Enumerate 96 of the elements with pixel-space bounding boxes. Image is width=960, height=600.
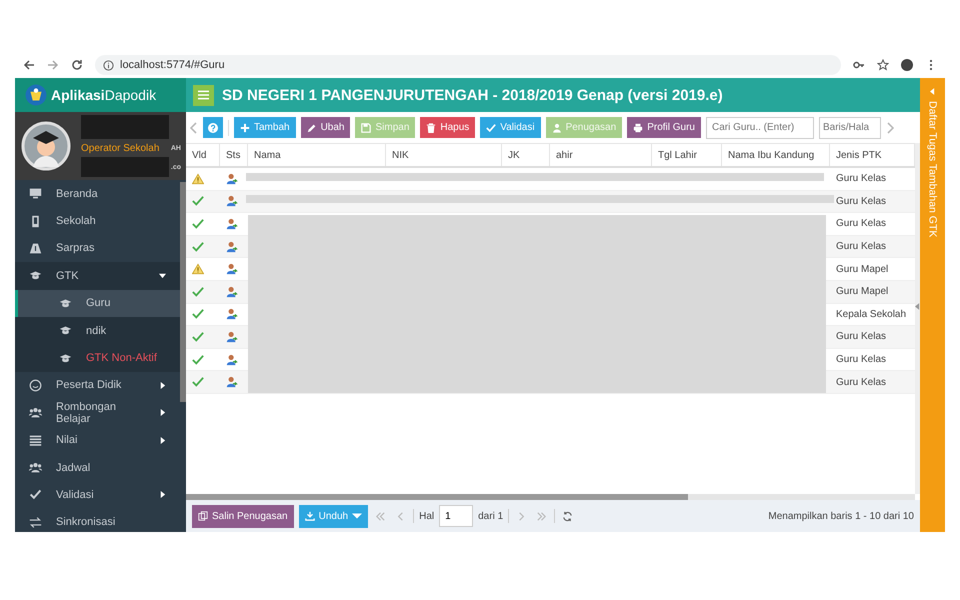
scrollbar-thumb[interactable] [186,494,688,500]
trash-icon [426,122,436,132]
menu-toggle-button[interactable] [193,84,214,106]
cap-icon [59,352,72,365]
page-field[interactable]: 1 [439,505,474,527]
star-icon[interactable] [877,59,889,71]
page-count: dari 1 [478,510,504,522]
road-icon [29,242,42,255]
sidebar-item[interactable]: Validasi [15,481,180,509]
table-cell-text: Guru Mapel [835,262,890,277]
column-header[interactable]: Tgl Lahir [652,144,722,166]
sidebar-item[interactable]: Beranda [15,180,180,208]
logo-icon [25,84,47,106]
table-cell-text: Guru Kelas [835,240,888,254]
copy-icon [198,511,208,521]
table-cell-text: Kepala Sekolah [835,308,908,322]
page-label: Hal [419,510,434,522]
rows-per-page-field[interactable]: Baris/Hala [818,116,881,138]
sidebar-item[interactable]: Sekolah [15,207,180,235]
person-icon [226,308,238,320]
caret-icon [352,511,362,521]
scrollbar-thumb[interactable] [180,182,186,402]
column-header[interactable]: ahir [550,144,652,166]
toolbar-button[interactable]: Ubah [300,117,350,138]
avatar-icon[interactable] [901,59,913,71]
person-icon [226,240,238,253]
avatar-icon [21,121,71,171]
menu-icon [198,90,209,100]
table-cell-text: Guru Kelas [835,217,888,232]
table-cell-text: Guru Mapel [835,285,890,300]
key-icon[interactable] [853,59,865,71]
scroll-arrow-icon[interactable] [915,303,920,310]
sidebar-item[interactable]: Sarpras [15,234,180,262]
sidebar-item[interactable]: ndik [15,316,180,344]
column-header[interactable]: Nama [248,144,386,166]
sidebar-item[interactable]: GTK [15,262,180,290]
sidebar-item[interactable]: Guru [15,290,180,317]
monitor-icon [29,187,42,200]
address-bar[interactable]: localhost:5774/#Guru [95,55,841,75]
first-page-icon[interactable] [375,510,386,522]
last-page-icon[interactable] [536,510,548,522]
person-icon [226,218,238,230]
forward-icon[interactable] [47,59,59,71]
caret-icon [930,88,935,95]
list-icon [29,434,42,447]
column-header[interactable]: Vld [186,144,220,166]
users-icon [29,406,42,420]
sidebar-item[interactable]: GTK Non-Aktif [15,344,180,372]
table-cell-text: Guru Kelas [835,194,888,209]
sidebar-item[interactable]: Nilai [15,426,180,454]
back-icon[interactable] [23,59,35,71]
person-icon [226,330,238,343]
page-title: SD NEGERI 1 PANGENJURUTENGAH - 2018/2019 Genap (versi 2019.e) [222,86,723,104]
chevron-left-icon[interactable] [190,122,198,134]
sidebar-item[interactable]: Rombongan Belajar [15,399,180,427]
sidebar-item[interactable]: Jadwal [15,454,180,482]
plus-icon [240,122,250,132]
copy-assignment-button[interactable]: Salin Penugasan [192,504,294,528]
column-header[interactable]: Nama Ibu Kandung [722,144,830,166]
paging-info: Menampilkan baris 1 - 10 dari 10 [768,510,914,522]
person-icon [226,376,238,388]
check-icon [29,488,42,502]
table-cell-text: Guru Kelas [835,172,888,186]
help-button[interactable] [203,117,223,138]
cap-icon [59,296,72,310]
user-role: Operator Sekolah [81,142,160,154]
table-cell-text: Guru Kelas [835,330,888,344]
person-icon [226,172,238,185]
reload-icon[interactable] [71,59,83,71]
printer-icon [633,122,644,132]
sync-icon [29,516,42,529]
person-icon [226,195,238,208]
download-icon [304,511,315,521]
users-icon [29,461,42,474]
toolbar-button[interactable]: Hapus [420,117,476,138]
search-field[interactable]: Cari Guru.. (Enter) [706,116,814,138]
person-icon [226,286,238,298]
person-icon [226,354,238,366]
toolbar-button[interactable]: Profil Guru [627,117,701,138]
pencil-icon [306,122,317,132]
sidebar-item[interactable]: Sinkronisasi [15,508,180,532]
column-header[interactable]: JK [502,144,550,166]
app-brand: AplikasiDapodik [51,87,156,103]
sidebar-item[interactable]: Peserta Didik [15,372,180,400]
chevron-right-icon[interactable] [886,122,894,134]
column-header[interactable]: Sts [220,144,248,166]
smile-icon [29,378,42,392]
person-icon [552,122,562,132]
column-header[interactable]: NIK [386,144,502,166]
refresh-icon[interactable] [562,510,574,522]
person-icon [226,263,238,276]
help-icon [208,122,218,132]
table-cell-text: Guru Kelas [835,353,888,368]
check-icon [486,122,496,132]
table-cell-text: Guru Kelas [835,376,888,390]
save-icon [361,122,372,132]
